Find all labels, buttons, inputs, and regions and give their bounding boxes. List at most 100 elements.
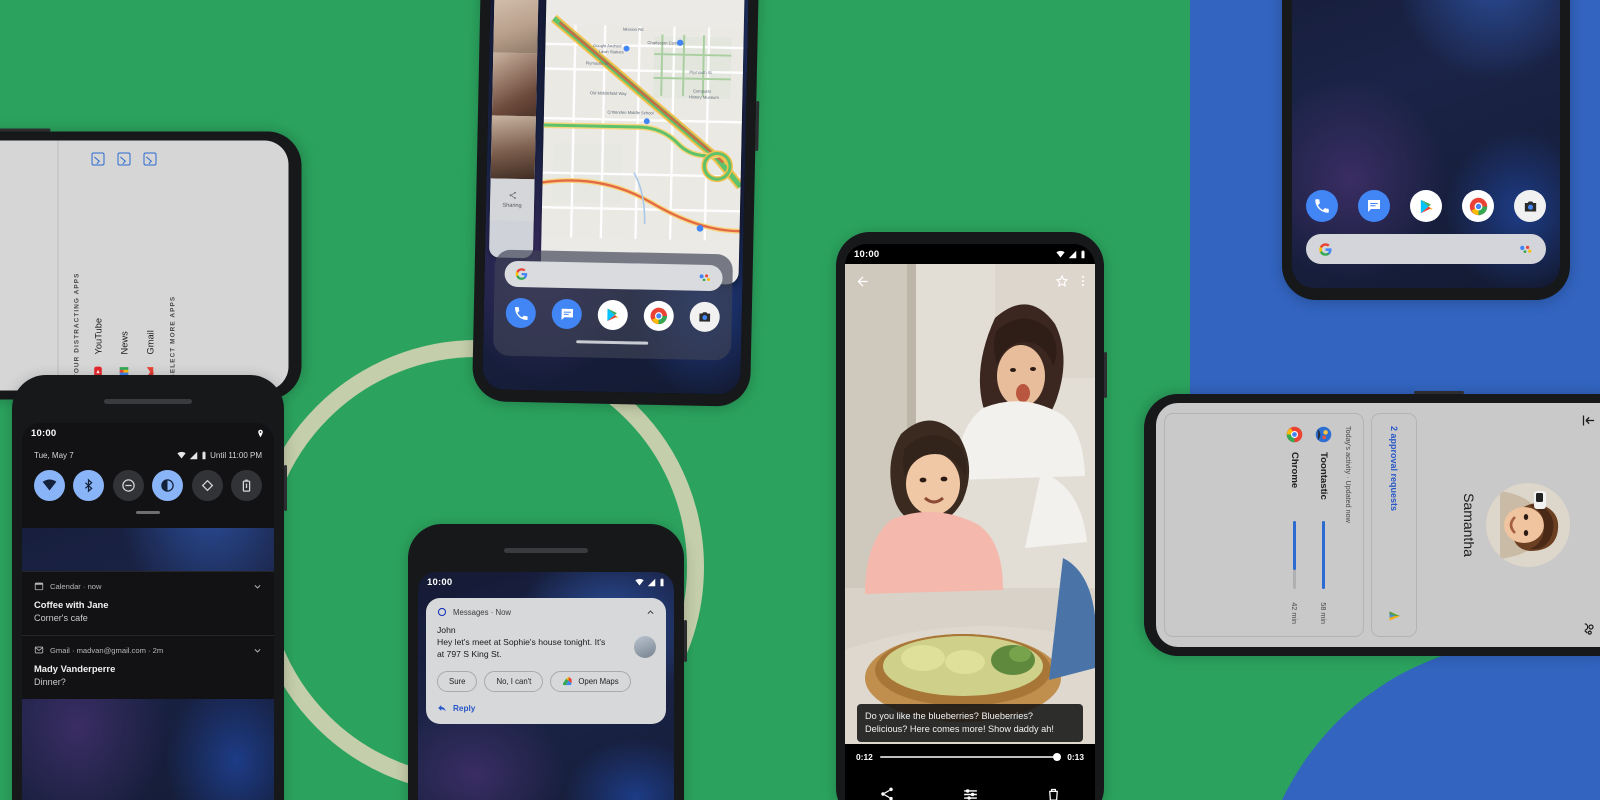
power-button[interactable] <box>684 620 687 662</box>
home-gesture-bar[interactable] <box>576 340 649 345</box>
star-icon[interactable] <box>1055 274 1069 288</box>
map-render: Mission Rd Charleston Campus Google Andr… <box>541 14 744 242</box>
trash-icon[interactable] <box>1046 787 1061 800</box>
maps-icon <box>563 676 572 686</box>
smart-reply-open-maps[interactable]: Open Maps <box>550 671 631 692</box>
do-not-disturb-tile[interactable] <box>112 470 144 501</box>
app-row-gmail[interactable]: Gmail <box>143 152 157 379</box>
power-button[interactable] <box>1104 352 1107 398</box>
video-frame[interactable] <box>845 264 1095 744</box>
power-button[interactable] <box>755 100 760 151</box>
chevron-up-icon[interactable] <box>646 608 655 617</box>
dock-app-chrome[interactable] <box>643 300 675 332</box>
notification-app-line: Messages · Now <box>453 607 512 617</box>
select-more-apps-link[interactable]: SELECT MORE APPS <box>170 153 177 379</box>
photo-thumb <box>493 0 539 54</box>
share-icon[interactable] <box>879 786 895 800</box>
recent-card-photos[interactable]: Sharing <box>488 0 539 259</box>
home-dock-row <box>1306 190 1546 222</box>
video-still <box>845 264 1095 744</box>
app-checkbox[interactable] <box>143 152 157 166</box>
dock-app-messages[interactable] <box>551 298 583 330</box>
video-bottom-bar <box>845 766 1095 800</box>
chip-label: Sure <box>449 677 466 686</box>
progress-bar[interactable] <box>879 753 1062 761</box>
battery-saver-tile[interactable] <box>230 470 262 501</box>
wifi-tile[interactable] <box>34 470 65 501</box>
dock-app-chrome[interactable] <box>1462 190 1494 222</box>
app-row-news[interactable]: News <box>117 152 131 379</box>
activity-header: Today's activity · Updated now <box>1344 426 1353 523</box>
smart-reply-no-i-cant[interactable]: No, I can't <box>484 671 544 692</box>
wifi-icon <box>177 451 186 459</box>
app-checkbox[interactable] <box>117 152 131 166</box>
family-screen: 10:00 <box>1156 403 1600 647</box>
family-group-icon[interactable] <box>1582 622 1597 637</box>
phone-smart-reply: 10:00 Messages · Now John Hey let's meet… <box>408 524 687 800</box>
download-icon[interactable] <box>1582 413 1597 428</box>
smart-reply-sure[interactable]: Sure <box>437 671 478 692</box>
rotate-icon <box>201 479 213 492</box>
messages-icon <box>437 607 447 617</box>
power-button[interactable] <box>284 465 287 511</box>
approval-requests-card[interactable]: 2 approval requests <box>1371 413 1417 637</box>
more-vert-icon[interactable] <box>1081 274 1085 288</box>
todays-activity-card[interactable]: Today's activity · Updated now Toontasti… <box>1164 413 1364 637</box>
notification-card-messages[interactable]: Messages · Now John Hey let's meet at So… <box>426 598 666 724</box>
notification-gmail[interactable]: Gmail · madvan@gmail.com · 2m Mady Vande… <box>22 635 274 699</box>
reply-label: Reply <box>453 703 476 713</box>
avatar[interactable] <box>1486 483 1570 567</box>
dock-app-camera[interactable] <box>1514 190 1546 222</box>
child-name: Samantha <box>1461 493 1477 557</box>
dock-app-phone[interactable] <box>1306 190 1338 222</box>
quick-settings-panel[interactable]: Tue, May 7 Until 11:00 PM <box>22 443 274 528</box>
signal-icon <box>647 578 656 586</box>
dock-app-play-store[interactable] <box>1410 190 1442 222</box>
chevron-down-icon[interactable] <box>253 582 262 591</box>
google-search-bar[interactable] <box>1306 234 1546 264</box>
dark-theme-tile[interactable] <box>152 470 184 501</box>
chevron-down-icon[interactable] <box>253 646 262 655</box>
svg-text:Mission Rd: Mission Rd <box>623 27 644 32</box>
assistant-icon[interactable] <box>697 273 712 283</box>
progress-knob[interactable] <box>1053 753 1062 761</box>
auto-rotate-tile[interactable] <box>191 470 223 501</box>
dock-app-phone[interactable] <box>505 297 537 329</box>
video-top-controls <box>845 266 1095 296</box>
bluetooth-tile[interactable] <box>73 470 105 501</box>
google-search-bar[interactable] <box>504 260 723 292</box>
wifi-icon <box>635 578 644 585</box>
distracting-apps-header: YOUR DISTRACTING APPS <box>73 272 81 379</box>
google-g-icon <box>515 268 528 280</box>
recent-card-maps[interactable]: Mission Rd Charleston Campus Google Andr… <box>540 0 745 285</box>
dock-app-camera[interactable] <box>689 301 721 333</box>
family-child-hero: Samantha <box>1461 403 1570 647</box>
video-screen: 10:00 Do you like the blueberries? Blueb… <box>845 244 1095 800</box>
notification-calendar[interactable]: Calendar · now Coffee with Jane Corner's… <box>22 571 274 635</box>
app-name: Gmail <box>145 330 155 355</box>
video-status-time: 10:00 <box>854 248 880 260</box>
assistant-icon[interactable] <box>1518 244 1534 255</box>
recent-card-label: Sharing <box>502 202 522 210</box>
svg-text:Google Android: Google Android <box>593 43 622 49</box>
tune-icon[interactable] <box>962 786 979 800</box>
gmail-icon <box>34 646 44 654</box>
arrow-back-icon[interactable] <box>855 274 870 289</box>
signal-icon <box>189 451 198 460</box>
notification-body: Dinner? <box>34 677 66 687</box>
video-scrubber[interactable]: 0:12 0:13 <box>845 752 1095 762</box>
reply-action[interactable]: Reply <box>437 703 655 713</box>
power-button[interactable] <box>0 128 51 132</box>
play-store-icon <box>1420 199 1433 213</box>
app-checkbox[interactable] <box>91 152 105 166</box>
notification-app-line: Calendar · now <box>50 581 102 591</box>
dock-app-play-store[interactable] <box>597 299 629 331</box>
app-row-youtube[interactable]: YouTube <box>91 152 105 379</box>
messages-icon <box>561 308 573 320</box>
earpiece <box>504 548 588 553</box>
shade-drag-handle[interactable] <box>136 511 160 514</box>
usage-minutes: 58 min <box>1319 602 1328 624</box>
dock-app-messages[interactable] <box>1358 190 1390 222</box>
power-button[interactable] <box>1414 391 1464 394</box>
time-total: 0:13 <box>1067 752 1084 762</box>
